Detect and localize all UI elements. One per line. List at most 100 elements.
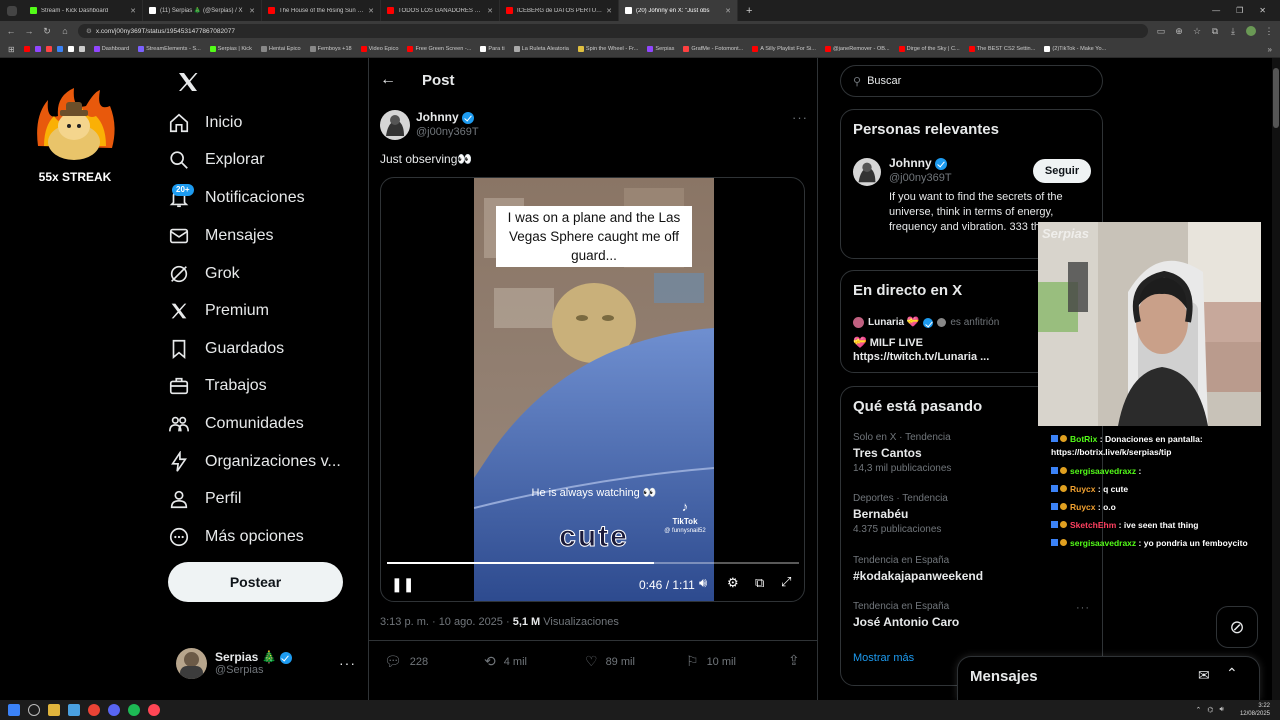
expand-up-icon[interactable]: ⌃ [1226,665,1238,682]
fullscreen-icon[interactable]: ⤢ [781,574,791,590]
profile-avatar[interactable] [1246,26,1256,36]
cast-icon[interactable]: ▭ [1156,26,1166,37]
video-player[interactable]: I was on a plane and the Las Vegas Spher… [380,177,805,602]
reload-icon[interactable]: ↻ [42,26,52,37]
extensions-icon[interactable]: ⧉ [1210,26,1220,37]
bookmark-item[interactable]: (2)TikTok - Make Yo... [1044,46,1106,52]
nav-item[interactable]: Más opciones [168,519,304,555]
star-icon[interactable]: ☆ [1192,26,1202,37]
trend-more-icon[interactable]: ··· [1076,602,1090,614]
bookmark-icon-red[interactable] [23,46,30,52]
apps-icon[interactable]: ⊞ [8,45,15,54]
scrollbar-thumb[interactable] [1273,68,1279,128]
close-icon[interactable]: ✕ [1259,6,1266,15]
nav-item[interactable]: Inicio [168,105,242,141]
post-button[interactable]: Postear [168,562,343,602]
url-field[interactable]: ⚙ x.com/j00ny369T/status/1954531477867082… [78,24,1148,38]
bookmark-item[interactable]: StreamElements - S... [138,46,201,52]
nav-item[interactable]: Comunidades [168,406,304,442]
search-box[interactable]: ⚲ Buscar [840,65,1103,97]
zoom-icon[interactable]: ⊕ [1174,26,1184,37]
clock-date[interactable]: 12/08/2025 [1240,710,1270,718]
author-handle[interactable]: @j00ny369T [416,126,479,138]
discord-icon[interactable] [108,704,120,716]
tab-menu-button[interactable] [0,0,24,21]
volume-tray-icon[interactable]: 🔊︎ [1220,706,1224,714]
bookmark-item[interactable]: La Ruleta Aleatoria [513,46,569,52]
bookmark-item[interactable]: Spin the Wheel - Fr... [577,46,638,52]
messages-dock[interactable]: Mensajes ✉ ⌃ [957,656,1260,700]
maximize-icon[interactable]: ❐ [1236,6,1243,15]
live-host-row[interactable]: Lunaria 💝 es anfitrión [853,317,999,328]
relevant-name[interactable]: Johnny [889,156,932,170]
bookmark-item[interactable]: Hentai Epico [260,46,301,52]
tab-close-icon[interactable]: ✕ [368,7,374,15]
bookmark-item[interactable]: Dashboard [93,46,129,52]
more-dots-icon[interactable]: ··· [339,655,356,671]
show-more-link[interactable]: Mostrar más [853,652,914,664]
app-icon-2[interactable] [148,704,160,716]
home-browser-icon[interactable]: ⌂ [60,26,70,36]
back-icon[interactable]: ← [6,26,16,36]
like-action[interactable]: ♡ 89 mil [585,653,635,670]
share-icon[interactable]: ⇪ [788,652,800,669]
file-explorer-icon[interactable] [48,704,60,716]
relevant-name-row[interactable]: Johnny [889,156,948,170]
bookmark-item[interactable]: A Silly Playlist For Si... [752,46,816,52]
bookmark-icon-folder[interactable] [56,46,63,52]
x-logo-icon[interactable] [176,70,200,99]
site-info-icon[interactable]: ⚙ [86,27,92,35]
minimize-icon[interactable]: — [1212,6,1220,15]
new-tab-button[interactable]: + [738,5,760,17]
relevant-handle[interactable]: @j00ny369T [889,172,952,184]
author-name-row[interactable]: Johnny [416,110,475,124]
video-frame[interactable]: I was on a plane and the Las Vegas Spher… [474,178,714,601]
post-more-icon[interactable]: ··· [792,110,808,125]
nav-item[interactable]: Trabajos [168,368,267,404]
bookmark-item[interactable]: Dirge of the Sky | C... [898,46,960,52]
bookmark-icon-youtube[interactable] [45,46,52,52]
author-name[interactable]: Johnny [416,110,459,124]
reply-action[interactable]: 💬︎ 228 [384,653,428,670]
trend-item[interactable]: Tendencia en España José Antonio Caro [853,601,1093,629]
nav-item[interactable]: Perfil [168,481,241,517]
account-switcher[interactable]: Serpias 🎄 @Serpias ··· [176,646,356,680]
bookmark-icon-purple[interactable] [34,46,41,52]
browser-menu-icon[interactable]: ⋮ [1264,26,1274,37]
volume-icon[interactable]: 🔊︎ [699,575,707,591]
repost-action[interactable]: ⟲ 4 mil [484,653,527,670]
browser-tab[interactable]: (20) Johnny en X: "Just obs ✕ [619,0,738,21]
bookmark-item[interactable]: Serpias [647,46,674,52]
bookmark-item[interactable]: Video Epico [360,46,398,52]
tab-close-icon[interactable]: ✕ [130,7,136,15]
nav-item[interactable]: Explorar [168,142,265,178]
spotify-icon[interactable] [128,704,140,716]
network-icon[interactable]: ⌬ [1207,706,1213,714]
settings-icon[interactable]: ⚙ [727,575,739,591]
bookmark-item[interactable]: Serpias | Kick [209,46,252,52]
author-avatar[interactable] [380,110,410,140]
page-scrollbar[interactable] [1272,58,1280,700]
bookmark-item[interactable]: @janeRemover - OB... [824,46,890,52]
back-arrow-icon[interactable]: ← [380,71,396,89]
bookmark-icon-x[interactable] [67,46,74,52]
pause-icon[interactable]: ❚❚ [391,576,414,593]
tab-close-icon[interactable]: ✕ [249,7,255,15]
grok-float-button[interactable]: ⊘ [1216,606,1258,648]
bookmark-action[interactable]: ⚐ 10 mil [686,653,736,670]
bookmark-item[interactable]: The BEST CS2 Settin... [968,46,1035,52]
nav-item[interactable]: Mensajes [168,218,273,254]
search-input[interactable]: Buscar [867,75,901,87]
nav-item[interactable]: Grok [168,256,240,292]
browser-tab[interactable]: (11) Serpias 🎄 (@Serpias) / X ✕ [143,0,262,21]
nav-item[interactable]: Guardados [168,331,284,367]
follow-button[interactable]: Seguir [1033,159,1091,183]
windows-start-icon[interactable] [8,704,20,716]
browser-tab[interactable]: Stream - Kick Dashboard ✕ [24,0,143,21]
relevant-avatar[interactable] [853,158,881,186]
bookmarks-more-icon[interactable]: » [1268,45,1272,54]
tab-close-icon[interactable]: ✕ [725,7,731,15]
browser-tab[interactable]: TODOS LOS GANADORES DE H ✕ [381,0,500,21]
clock-time[interactable]: 3:22 [1240,702,1270,710]
nav-item[interactable]: Organizaciones v... [168,444,341,480]
